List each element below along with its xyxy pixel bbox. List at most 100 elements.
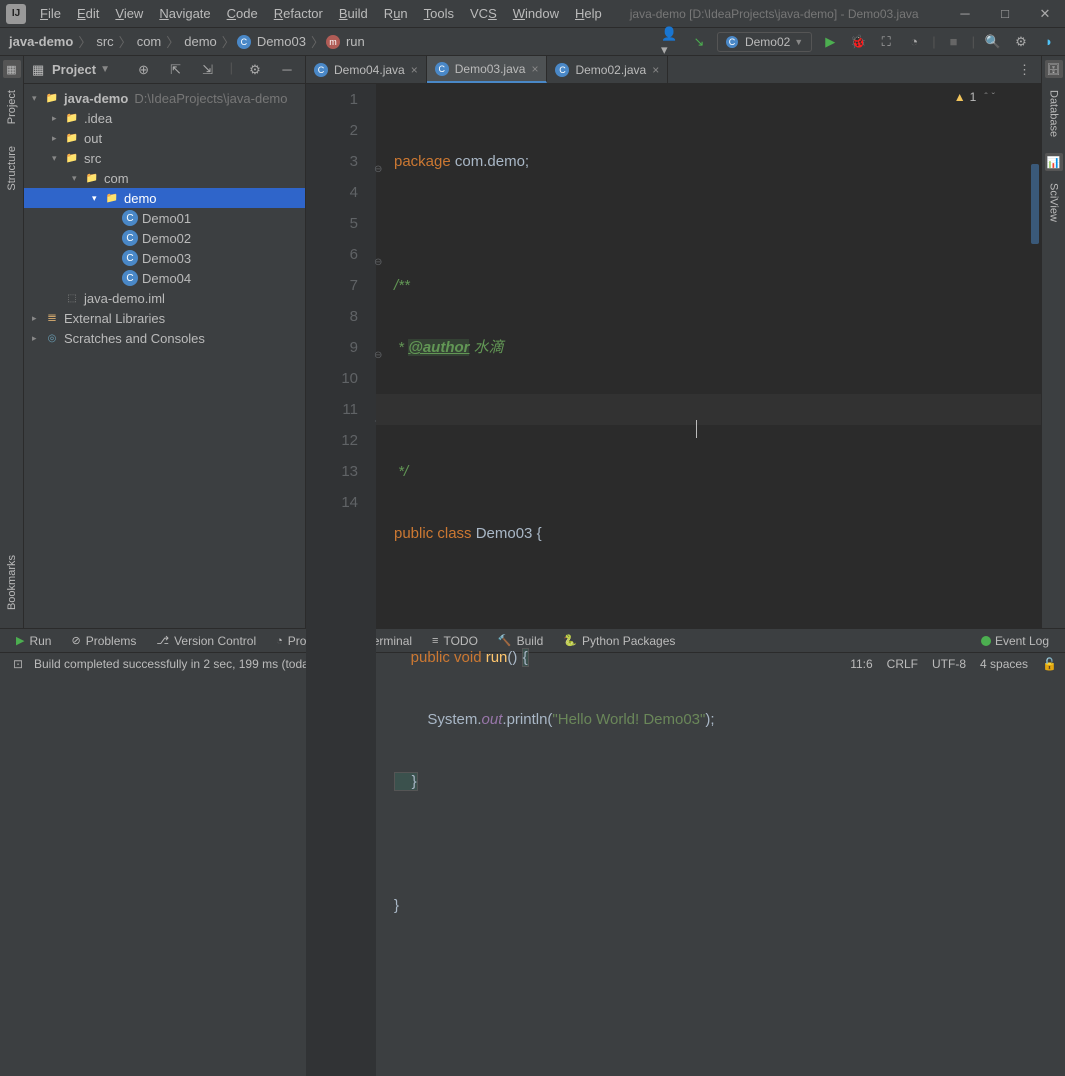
current-line-highlight <box>376 394 1041 425</box>
select-opened-icon[interactable]: ⊕ <box>134 60 154 80</box>
close-tab-icon[interactable]: × <box>652 63 659 77</box>
tree-external[interactable]: ▸𝌆External Libraries <box>24 308 305 328</box>
menu-tools[interactable]: Tools <box>416 2 462 25</box>
run-config-label: Demo02 <box>745 35 790 49</box>
warning-icon: ▲ <box>954 90 966 104</box>
editor-body[interactable]: ▲ 1 ˆ ˇ 1 2 3 4 5 6 7 8 9 10 11 12 13 14 <box>306 84 1041 1076</box>
run-config-selector[interactable]: C Demo02 ▼ <box>717 32 812 52</box>
close-tab-icon[interactable]: × <box>531 62 538 76</box>
menu-build[interactable]: Build <box>331 2 376 25</box>
chevron-down-icon[interactable]: ▼ <box>100 64 110 75</box>
build-button[interactable]: ↘ <box>689 32 709 52</box>
tree-file-demo03[interactable]: CDemo03 <box>24 248 305 268</box>
crumb-project[interactable]: java-demo <box>6 34 76 49</box>
panel-title[interactable]: Project <box>52 62 96 77</box>
sciview-tool-icon[interactable]: 📊 <box>1045 153 1063 171</box>
chevron-up-icon[interactable]: ˆ <box>984 92 987 103</box>
tree-file-demo02[interactable]: CDemo02 <box>24 228 305 248</box>
tree-root[interactable]: ▾📁 java-demo D:\IdeaProjects\java-demo <box>24 88 305 108</box>
tree-file-demo04[interactable]: CDemo04 <box>24 268 305 288</box>
tab-more-icon[interactable]: ⋮ <box>1008 62 1041 78</box>
expand-all-icon[interactable]: ⇱ <box>166 60 186 80</box>
profile-button[interactable]: ◔ <box>904 32 924 52</box>
class-icon: C <box>726 36 738 48</box>
panel-toolbar: ⊕ ⇱ ⇲ | ⚙ ─ <box>134 60 297 80</box>
text-cursor <box>696 420 697 438</box>
database-tool-icon[interactable]: 🗄 <box>1045 60 1063 78</box>
project-view-icon: ▦ <box>32 62 48 78</box>
side-tab-bookmarks[interactable]: Bookmarks <box>4 547 20 618</box>
collapse-all-icon[interactable]: ⇲ <box>198 60 218 80</box>
tree-demo[interactable]: ▾📁demo <box>24 188 305 208</box>
menu-code[interactable]: Code <box>219 2 266 25</box>
menu-edit[interactable]: Edit <box>69 2 107 25</box>
close-tab-icon[interactable]: × <box>411 63 418 77</box>
crumb-class[interactable]: Demo03 <box>254 34 309 49</box>
method-icon: m <box>326 35 340 49</box>
close-button[interactable]: ✕ <box>1025 0 1065 28</box>
menu-navigate[interactable]: Navigate <box>151 2 218 25</box>
menu-view[interactable]: View <box>107 2 151 25</box>
crumb-method[interactable]: run <box>343 34 368 49</box>
app-logo: IJ <box>6 4 26 24</box>
tab-demo03[interactable]: C Demo03.java × <box>427 56 548 83</box>
tool-problems[interactable]: ⊘Problems <box>61 634 146 648</box>
hide-panel-icon[interactable]: ─ <box>277 60 297 80</box>
tree-iml[interactable]: ⬚java-demo.iml <box>24 288 305 308</box>
debug-button[interactable]: 🐞 <box>848 32 868 52</box>
class-icon: C <box>314 63 328 77</box>
side-tab-structure[interactable]: Structure <box>4 138 20 199</box>
status-message: Build completed successfully in 2 sec, 1… <box>34 657 352 671</box>
inspection-widget[interactable]: ▲ 1 ˆ ˇ <box>954 90 995 104</box>
tool-run[interactable]: ▶Run <box>6 634 61 648</box>
crumb-src[interactable]: src <box>93 34 116 49</box>
code-content[interactable]: package com.demo; /** * @author 水滴 * @da… <box>376 84 1041 1076</box>
tree-scratches[interactable]: ▸◎Scratches and Consoles <box>24 328 305 348</box>
menu-window[interactable]: Window <box>505 2 567 25</box>
search-button[interactable]: 🔍 <box>983 32 1003 52</box>
maximize-button[interactable]: □ <box>985 0 1025 28</box>
project-tree: ▾📁 java-demo D:\IdeaProjects\java-demo ▸… <box>24 84 305 352</box>
tool-vcs[interactable]: ⎇Version Control <box>146 634 266 648</box>
scrollbar-marker[interactable] <box>1031 164 1039 244</box>
crumb-demo[interactable]: demo <box>181 34 220 49</box>
tree-com[interactable]: ▾📁com <box>24 168 305 188</box>
line-number-gutter[interactable]: 1 2 3 4 5 6 7 8 9 10 11 12 13 14 ⊖ ⊖ ⊖ ⌋ <box>306 84 376 1076</box>
class-icon: C <box>435 62 449 76</box>
project-panel: ▦ Project ▼ ⊕ ⇱ ⇲ | ⚙ ─ ▾📁 java-demo D:\… <box>24 56 306 628</box>
coverage-button[interactable]: ⛶ <box>876 32 896 52</box>
tab-demo04[interactable]: C Demo04.java × <box>306 56 427 83</box>
window-controls: ─ □ ✕ <box>945 0 1065 28</box>
tree-idea[interactable]: ▸📁.idea <box>24 108 305 128</box>
menu-file[interactable]: File <box>32 2 69 25</box>
plugin-button[interactable]: ◗ <box>1039 32 1059 52</box>
menu-vcs[interactable]: VCS <box>462 2 505 25</box>
menu-help[interactable]: Help <box>567 2 610 25</box>
editor-tabs: C Demo04.java × C Demo03.java × C Demo02… <box>306 56 1041 84</box>
menu-run[interactable]: Run <box>376 2 416 25</box>
project-tool-icon[interactable]: ▦ <box>3 60 21 78</box>
tab-demo02[interactable]: C Demo02.java × <box>547 56 668 83</box>
readonly-toggle-icon[interactable]: 🔓 <box>1042 657 1057 671</box>
crumb-com[interactable]: com <box>134 34 165 49</box>
tree-src[interactable]: ▾📁src <box>24 148 305 168</box>
run-button[interactable]: ▶ <box>820 32 840 52</box>
side-tab-database[interactable]: Database <box>1046 82 1062 145</box>
class-icon: C <box>555 63 569 77</box>
chevron-down-icon: ▼ <box>794 37 803 47</box>
side-tab-sciview[interactable]: SciView <box>1046 175 1062 230</box>
user-icon[interactable]: 👤▾ <box>661 32 681 52</box>
chevron-down-icon[interactable]: ˇ <box>992 92 995 103</box>
stop-button[interactable]: ■ <box>944 32 964 52</box>
tree-out[interactable]: ▸📁out <box>24 128 305 148</box>
panel-settings-icon[interactable]: ⚙ <box>245 60 265 80</box>
menu-refactor[interactable]: Refactor <box>266 2 331 25</box>
main-menu: File Edit View Navigate Code Refactor Bu… <box>32 2 610 25</box>
settings-button[interactable]: ⚙ <box>1011 32 1031 52</box>
editor-area: C Demo04.java × C Demo03.java × C Demo02… <box>306 56 1041 628</box>
editor-scrollbar[interactable] <box>1029 84 1041 1076</box>
side-tab-project[interactable]: Project <box>4 82 20 132</box>
tree-file-demo01[interactable]: CDemo01 <box>24 208 305 228</box>
minimize-button[interactable]: ─ <box>945 0 985 28</box>
title-bar: IJ File Edit View Navigate Code Refactor… <box>0 0 1065 28</box>
